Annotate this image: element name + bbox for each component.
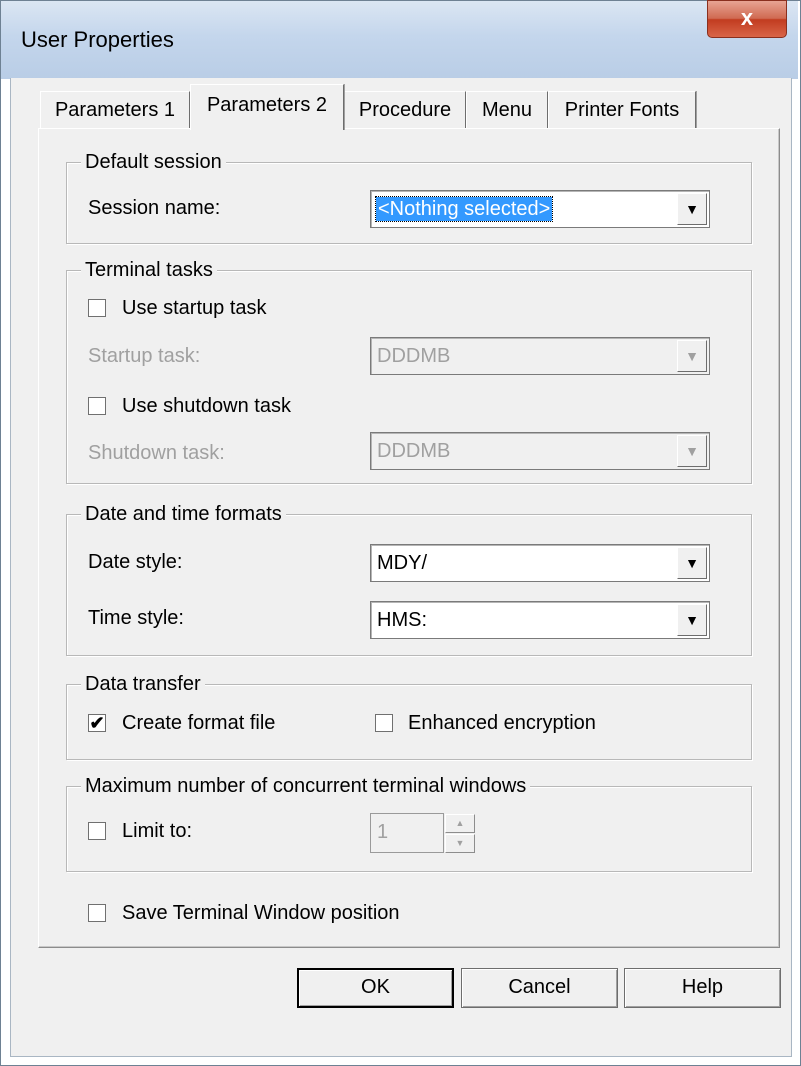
close-button[interactable]: x bbox=[707, 0, 787, 38]
use-shutdown-task-label: Use shutdown task bbox=[122, 395, 291, 417]
tab-printer-fonts[interactable]: Printer Fonts bbox=[548, 91, 696, 128]
use-shutdown-task-checkbox[interactable] bbox=[88, 397, 106, 415]
tab-label: Procedure bbox=[358, 99, 452, 121]
ok-button[interactable]: OK bbox=[297, 968, 454, 1008]
close-icon: x bbox=[740, 5, 754, 30]
tab-label: Parameters 2 bbox=[206, 94, 328, 116]
create-format-file-checkbox[interactable]: ✔ bbox=[88, 714, 106, 732]
cancel-button[interactable]: Cancel bbox=[461, 968, 618, 1008]
enhanced-encryption-label: Enhanced encryption bbox=[408, 712, 596, 734]
limit-to-checkbox[interactable] bbox=[88, 822, 106, 840]
spin-down-button[interactable]: ▼ bbox=[445, 834, 475, 853]
save-window-position-label: Save Terminal Window position bbox=[122, 902, 400, 924]
save-window-position-checkbox[interactable] bbox=[88, 904, 106, 922]
shutdown-task-dropdown[interactable]: DDDMB ▼ bbox=[370, 432, 710, 470]
startup-task-dropdown[interactable]: DDDMB ▼ bbox=[370, 337, 710, 375]
arrow-down-icon: ▼ bbox=[455, 838, 465, 848]
use-startup-task-checkbox[interactable] bbox=[88, 299, 106, 317]
tab-procedure[interactable]: Procedure bbox=[344, 91, 466, 128]
shutdown-task-label: Shutdown task: bbox=[88, 442, 225, 464]
enhanced-encryption-checkbox[interactable] bbox=[375, 714, 393, 732]
chevron-down-icon[interactable]: ▼ bbox=[677, 193, 707, 225]
tab-label: Parameters 1 bbox=[54, 99, 176, 121]
startup-task-label: Startup task: bbox=[88, 345, 201, 367]
shutdown-task-value: DDDMB bbox=[377, 440, 451, 462]
time-style-label: Time style: bbox=[88, 607, 184, 629]
group-legend: Date and time formats bbox=[81, 502, 286, 526]
group-legend: Maximum number of concurrent terminal wi… bbox=[81, 774, 531, 798]
chevron-down-icon[interactable]: ▼ bbox=[677, 340, 707, 372]
limit-to-label: Limit to: bbox=[122, 820, 193, 842]
date-style-dropdown[interactable]: MDY/ ▼ bbox=[370, 544, 710, 582]
tab-label: Menu bbox=[481, 99, 533, 121]
date-style-value: MDY/ bbox=[377, 552, 427, 574]
use-startup-task-label: Use startup task bbox=[122, 297, 267, 319]
create-format-file-label: Create format file bbox=[122, 712, 276, 734]
session-name-dropdown[interactable]: <Nothing selected> ▼ bbox=[370, 190, 710, 228]
arrow-up-icon: ▲ bbox=[455, 818, 465, 828]
time-style-value: HMS: bbox=[377, 609, 427, 631]
check-icon: ✔ bbox=[89, 713, 105, 733]
startup-task-value: DDDMB bbox=[377, 345, 451, 367]
chevron-down-icon[interactable]: ▼ bbox=[677, 547, 707, 579]
tab-parameters-2[interactable]: Parameters 2 bbox=[190, 84, 344, 130]
session-name-label: Session name: bbox=[88, 197, 221, 219]
group-legend: Terminal tasks bbox=[81, 258, 217, 282]
time-style-dropdown[interactable]: HMS: ▼ bbox=[370, 601, 710, 639]
group-legend: Default session bbox=[81, 150, 226, 174]
chevron-down-icon[interactable]: ▼ bbox=[677, 435, 707, 467]
help-button[interactable]: Help bbox=[624, 968, 781, 1008]
date-style-label: Date style: bbox=[88, 551, 183, 573]
tab-parameters-1[interactable]: Parameters 1 bbox=[40, 91, 190, 128]
limit-to-input[interactable]: 1 bbox=[370, 813, 444, 853]
session-name-value: <Nothing selected> bbox=[374, 196, 554, 222]
spin-up-button[interactable]: ▲ bbox=[445, 814, 475, 833]
title-bar[interactable]: User Properties bbox=[1, 1, 798, 79]
window-title: User Properties bbox=[21, 27, 174, 52]
tab-label: Printer Fonts bbox=[564, 99, 680, 121]
group-legend: Data transfer bbox=[81, 672, 205, 696]
tab-menu[interactable]: Menu bbox=[466, 91, 548, 128]
chevron-down-icon[interactable]: ▼ bbox=[677, 604, 707, 636]
